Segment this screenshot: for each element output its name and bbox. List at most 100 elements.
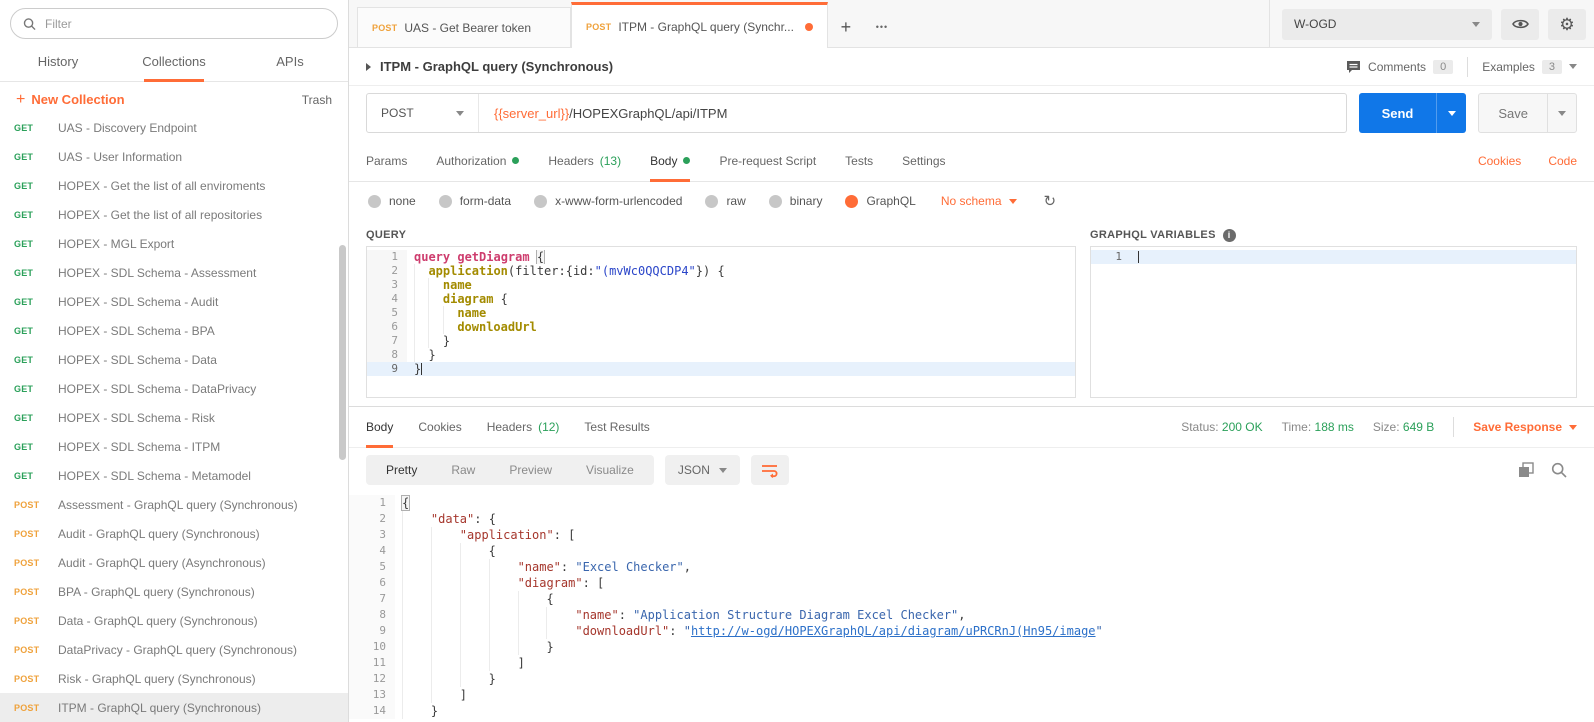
sidebar-request-item[interactable]: GET HOPEX - Get the list of all repositor… — [0, 200, 348, 229]
search-box[interactable] — [10, 8, 338, 39]
search-response-icon[interactable] — [1551, 462, 1567, 478]
save-options-button[interactable] — [1547, 94, 1576, 132]
sidebar-request-item[interactable]: POST BPA - GraphQL query (Synchronous) — [0, 577, 348, 606]
schema-selector[interactable]: No schema — [941, 194, 1017, 208]
view-tab-visualize[interactable]: Visualize — [569, 455, 651, 485]
sidebar-request-item[interactable]: GET HOPEX - SDL Schema - DataPrivacy — [0, 374, 348, 403]
request-tab-settings[interactable]: Settings — [902, 140, 945, 181]
body-mode-binary[interactable]: binary — [768, 194, 822, 208]
save-button[interactable]: Save — [1479, 94, 1547, 132]
sidebar-request-item[interactable]: GET HOPEX - SDL Schema - ITPM — [0, 432, 348, 461]
environment-quicklook-button[interactable] — [1501, 8, 1539, 40]
sidebar-request-item[interactable]: POST DataPrivacy - GraphQL query (Synchro… — [0, 635, 348, 664]
request-tab-tests[interactable]: Tests — [845, 140, 873, 181]
open-tab-itpm-graphql-query[interactable]: POST ITPM - GraphQL query (Synchr... — [571, 2, 828, 48]
code-line[interactable]: 11] — [349, 655, 1594, 671]
code-line[interactable]: 8 "name": "Application Structure Diagram … — [349, 607, 1594, 623]
code-line[interactable]: 7{ — [349, 591, 1594, 607]
trash-button[interactable]: Trash — [302, 93, 332, 107]
refresh-schema-icon[interactable]: ↻ — [1044, 192, 1057, 210]
code-line[interactable]: 3 "application": [ — [349, 527, 1594, 543]
comments-button[interactable]: Comments 0 — [1346, 59, 1454, 74]
code-line[interactable]: 2 application(filter:{id:"(mvWc0QQCDP4"})… — [367, 264, 1075, 278]
body-mode-none[interactable]: none — [368, 194, 416, 208]
response-body-editor[interactable]: 1{2 "data": {3 "application": [4{5 "name": … — [349, 492, 1594, 722]
examples-button[interactable]: Examples 3 — [1482, 59, 1577, 74]
sidebar-tab-history[interactable]: History — [0, 45, 116, 81]
code-line[interactable]: 5 "name": "Excel Checker", — [349, 559, 1594, 575]
wrap-lines-button[interactable] — [750, 455, 789, 485]
request-tab-params[interactable]: Params — [366, 140, 407, 181]
filter-input[interactable] — [44, 16, 325, 31]
response-tab-test-results[interactable]: Test Results — [584, 407, 649, 447]
view-tab-preview[interactable]: Preview — [492, 455, 569, 485]
open-tab-uas-get-bearer-token[interactable]: POST UAS - Get Bearer token — [357, 7, 571, 47]
body-mode-form-data[interactable]: form-data — [438, 194, 511, 208]
code-line[interactable]: 10} — [349, 639, 1594, 655]
settings-button[interactable]: ⚙ — [1548, 8, 1586, 40]
code-line[interactable]: 8} — [367, 348, 1075, 362]
request-tab-body[interactable]: Body — [650, 140, 691, 182]
code-line[interactable]: 1 query getDiagram { — [367, 250, 1075, 264]
code-line[interactable]: 12} — [349, 671, 1594, 687]
variables-editor[interactable]: 1 — [1090, 246, 1577, 398]
code-line[interactable]: 1 — [1091, 250, 1576, 264]
method-selector[interactable]: POST — [367, 94, 479, 132]
send-options-button[interactable] — [1436, 93, 1466, 133]
request-tab-authorization[interactable]: Authorization — [436, 140, 520, 181]
code-line[interactable]: 2 "data": { — [349, 511, 1594, 527]
code-link[interactable]: Code — [1548, 154, 1577, 168]
view-tab-raw[interactable]: Raw — [434, 455, 492, 485]
sidebar-tab-collections[interactable]: Collections — [116, 45, 232, 82]
sidebar-request-item[interactable]: GET HOPEX - SDL Schema - BPA — [0, 316, 348, 345]
sidebar-request-item[interactable]: POST Audit - GraphQL query (Asynchronous) — [0, 548, 348, 577]
environment-selector[interactable]: W-OGD — [1282, 8, 1492, 40]
sidebar-request-item[interactable]: GET HOPEX - SDL Schema - Data — [0, 345, 348, 374]
format-selector[interactable]: JSON — [664, 455, 740, 485]
sidebar-request-item[interactable]: GET HOPEX - SDL Schema - Risk — [0, 403, 348, 432]
response-url-link[interactable]: http://w-ogd/HOPEXGraphQL/api/diagram/uP… — [691, 624, 1096, 638]
request-tab-headers[interactable]: Headers (13) — [548, 140, 621, 181]
code-line[interactable]: 13] — [349, 687, 1594, 703]
query-editor[interactable]: 1 query getDiagram {2 application(filter:{… — [366, 246, 1076, 398]
cookies-link[interactable]: Cookies — [1478, 154, 1521, 168]
sidebar-tab-apis[interactable]: APIs — [232, 45, 348, 81]
sidebar-request-item[interactable]: GET HOPEX - MGL Export — [0, 229, 348, 258]
response-tab-headers[interactable]: Headers (12) — [487, 407, 560, 447]
body-mode-raw[interactable]: raw — [705, 194, 746, 208]
sidebar-request-item[interactable]: GET UAS - Discovery Endpoint — [0, 113, 348, 142]
sidebar-request-item[interactable]: POST Data - GraphQL query (Synchronous) — [0, 606, 348, 635]
sidebar-request-item[interactable]: GET HOPEX - SDL Schema - Metamodel — [0, 461, 348, 490]
sidebar-request-item[interactable]: POST ITPM - GraphQL query (Synchronous) — [0, 693, 348, 722]
response-tab-cookies[interactable]: Cookies — [418, 407, 461, 447]
copy-icon[interactable] — [1518, 462, 1534, 478]
code-line[interactable]: 4 diagram { — [367, 292, 1075, 306]
code-line[interactable]: 1{ — [349, 495, 1594, 511]
new-tab-button[interactable]: + — [828, 7, 864, 47]
new-collection-button[interactable]: + New Collection — [16, 91, 125, 109]
more-tabs-button[interactable]: ••• — [864, 7, 900, 47]
sidebar-request-item[interactable]: GET HOPEX - SDL Schema - Assessment — [0, 258, 348, 287]
sidebar-scrollbar[interactable] — [339, 245, 346, 460]
code-line[interactable]: 5 name — [367, 306, 1075, 320]
request-tab-pre-request-script[interactable]: Pre-request Script — [719, 140, 816, 181]
url-input[interactable]: {{server_url}}/HOPEXGraphQL/api/ITPM — [479, 106, 742, 121]
view-tab-pretty[interactable]: Pretty — [369, 455, 434, 485]
body-mode-graphql[interactable]: GraphQL — [845, 194, 916, 208]
body-mode-x-www-form-urlencoded[interactable]: x-www-form-urlencoded — [534, 194, 682, 208]
code-line[interactable]: 3 name — [367, 278, 1075, 292]
code-line[interactable]: 14} — [349, 703, 1594, 719]
request-title-group[interactable]: ITPM - GraphQL query (Synchronous) — [366, 59, 613, 74]
code-line[interactable]: 7} — [367, 334, 1075, 348]
sidebar-request-item[interactable]: GET HOPEX - Get the list of all enviromen… — [0, 171, 348, 200]
response-tab-body[interactable]: Body — [366, 407, 394, 448]
send-button[interactable]: Send — [1359, 93, 1437, 133]
code-line[interactable]: 6 downloadUrl — [367, 320, 1075, 334]
sidebar-request-item[interactable]: POST Risk - GraphQL query (Synchronous) — [0, 664, 348, 693]
sidebar-request-item[interactable]: GET HOPEX - SDL Schema - Audit — [0, 287, 348, 316]
code-line[interactable]: 4{ — [349, 543, 1594, 559]
code-line[interactable]: 9 "downloadUrl": "http://w-ogd/HOPEXGraph… — [349, 623, 1594, 639]
code-line[interactable]: 6 "diagram": [ — [349, 575, 1594, 591]
sidebar-request-item[interactable]: POST Audit - GraphQL query (Synchronous) — [0, 519, 348, 548]
sidebar-request-item[interactable]: POST Assessment - GraphQL query (Synchron… — [0, 490, 348, 519]
